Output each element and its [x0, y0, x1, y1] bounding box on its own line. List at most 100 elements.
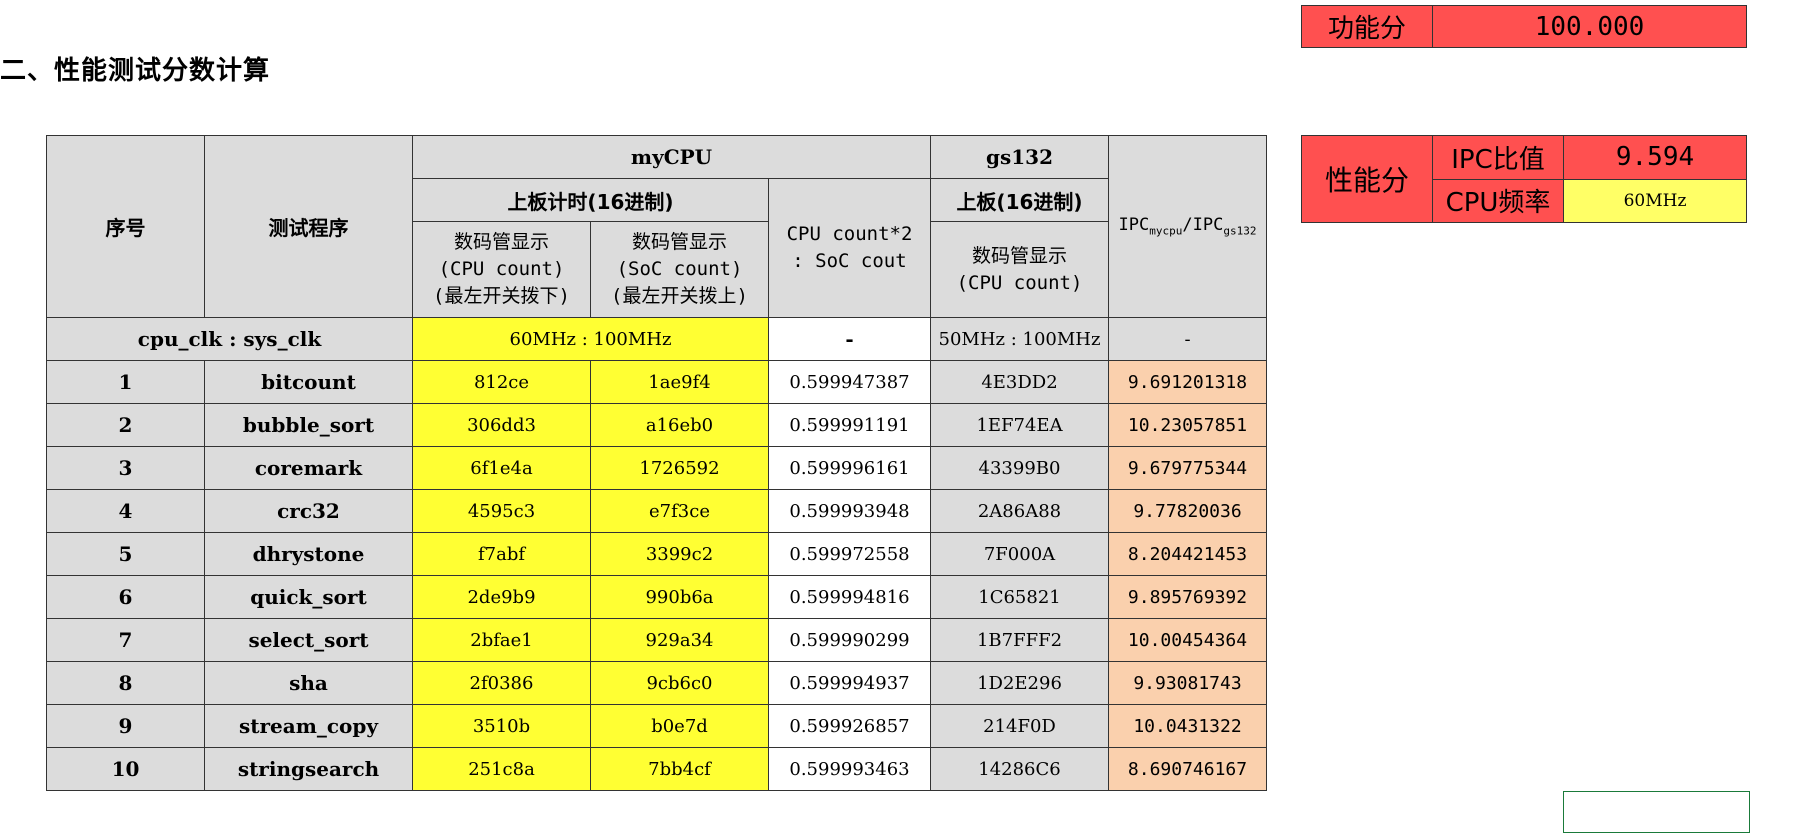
table-row: 4 crc32 4595c3 e7f3ce 0.599993948 2A86A88 9.77…	[46, 489, 1267, 533]
row-soc-count[interactable]: a16eb0	[590, 403, 769, 447]
row-ipc[interactable]: 8.690746167	[1108, 747, 1267, 791]
row-seq[interactable]: 4	[46, 489, 205, 533]
table-row: 2 bubble_sort 306dd3 a16eb0 0.599991191 1EF74…	[46, 403, 1267, 447]
row-seq[interactable]: 9	[46, 704, 205, 748]
row-ipc[interactable]: 8.204421453	[1108, 532, 1267, 576]
row-cpu-count[interactable]: 2f0386	[412, 661, 591, 705]
clock-ratio[interactable]: -	[768, 317, 931, 361]
mycpu-timer-header: 上板计时(16进制)	[412, 178, 769, 222]
row-program[interactable]: stringsearch	[204, 747, 413, 791]
row-gs-count[interactable]: 214F0D	[930, 704, 1109, 748]
cpu-freq-value[interactable]: 60MHz	[1563, 178, 1747, 223]
performance-score-label: 性能分	[1301, 135, 1433, 223]
performance-table: 序号 测试程序 myCPU gs132 IPCmycpu/IPCgs132 上板…	[46, 135, 1267, 791]
row-gs-count[interactable]: 14286C6	[930, 747, 1109, 791]
row-cpu-count[interactable]: 2bfae1	[412, 618, 591, 662]
function-score-label: 功能分	[1301, 5, 1433, 48]
col-header-gs-count: 数码管显示 (CPU count)	[930, 221, 1109, 318]
table-row: 8 sha 2f0386 9cb6c0 0.599994937 1D2E296 9.9308…	[46, 661, 1267, 705]
row-seq[interactable]: 3	[46, 446, 205, 490]
row-cpu-count[interactable]: 251c8a	[412, 747, 591, 791]
table-row: 9 stream_copy 3510b b0e7d 0.599926857 214F0D 1…	[46, 704, 1267, 748]
row-ratio[interactable]: 0.599993463	[768, 747, 931, 791]
row-ipc[interactable]: 9.93081743	[1108, 661, 1267, 705]
clock-ipc[interactable]: -	[1108, 317, 1267, 361]
ipc-ratio-value[interactable]: 9.594	[1563, 135, 1747, 180]
row-program[interactable]: sha	[204, 661, 413, 705]
row-ipc[interactable]: 9.679775344	[1108, 446, 1267, 490]
row-soc-count[interactable]: e7f3ce	[590, 489, 769, 533]
row-soc-count[interactable]: 7bb4cf	[590, 747, 769, 791]
row-cpu-count[interactable]: 306dd3	[412, 403, 591, 447]
row-soc-count[interactable]: b0e7d	[590, 704, 769, 748]
row-ipc[interactable]: 9.691201318	[1108, 360, 1267, 404]
group-header-gs132: gs132	[930, 135, 1109, 179]
row-ratio[interactable]: 0.599994816	[768, 575, 931, 619]
row-program[interactable]: dhrystone	[204, 532, 413, 576]
row-ipc[interactable]: 10.0431322	[1108, 704, 1267, 748]
row-soc-count[interactable]: 9cb6c0	[590, 661, 769, 705]
row-seq[interactable]: 7	[46, 618, 205, 662]
col-header-ratio: CPU count*2: SoC cout	[768, 178, 931, 318]
row-ratio[interactable]: 0.599990299	[768, 618, 931, 662]
row-soc-count[interactable]: 3399c2	[590, 532, 769, 576]
col-header-soc-count: 数码管显示 (SoC count) (最左开关拨上)	[590, 221, 769, 318]
row-program[interactable]: select_sort	[204, 618, 413, 662]
row-soc-count[interactable]: 1726592	[590, 446, 769, 490]
ipc-ratio-label: IPC比值	[1432, 135, 1564, 180]
row-program[interactable]: stream_copy	[204, 704, 413, 748]
row-soc-count[interactable]: 929a34	[590, 618, 769, 662]
row-gs-count[interactable]: 1C65821	[930, 575, 1109, 619]
row-program[interactable]: coremark	[204, 446, 413, 490]
row-cpu-count[interactable]: 6f1e4a	[412, 446, 591, 490]
row-cpu-count[interactable]: 3510b	[412, 704, 591, 748]
row-seq[interactable]: 1	[46, 360, 205, 404]
row-gs-count[interactable]: 1D2E296	[930, 661, 1109, 705]
row-seq[interactable]: 8	[46, 661, 205, 705]
row-program[interactable]: quick_sort	[204, 575, 413, 619]
row-ratio[interactable]: 0.599991191	[768, 403, 931, 447]
row-ratio[interactable]: 0.599972558	[768, 532, 931, 576]
row-cpu-count[interactable]: 4595c3	[412, 489, 591, 533]
row-gs-count[interactable]: 43399B0	[930, 446, 1109, 490]
row-seq[interactable]: 5	[46, 532, 205, 576]
cpu-freq-label: CPU频率	[1432, 178, 1564, 223]
row-seq[interactable]: 6	[46, 575, 205, 619]
clock-mycpu[interactable]: 60MHz : 100MHz	[412, 317, 769, 361]
table-row: 6 quick_sort 2de9b9 990b6a 0.599994816 1C6582…	[46, 575, 1267, 619]
row-gs-count[interactable]: 2A86A88	[930, 489, 1109, 533]
row-cpu-count[interactable]: f7abf	[412, 532, 591, 576]
table-row: 1 bitcount 812ce 1ae9f4 0.599947387 4E3DD2 9.6…	[46, 360, 1267, 404]
table-row: 5 dhrystone f7abf 3399c2 0.599972558 7F000A 8.…	[46, 532, 1267, 576]
row-ratio[interactable]: 0.599996161	[768, 446, 931, 490]
row-seq[interactable]: 10	[46, 747, 205, 791]
row-gs-count[interactable]: 7F000A	[930, 532, 1109, 576]
function-score-value[interactable]: 100.000	[1432, 5, 1747, 48]
col-header-ipc: IPCmycpu/IPCgs132	[1108, 135, 1267, 318]
selection-box[interactable]	[1563, 791, 1750, 833]
row-gs-count[interactable]: 1B7FFF2	[930, 618, 1109, 662]
row-program[interactable]: bitcount	[204, 360, 413, 404]
row-seq[interactable]: 2	[46, 403, 205, 447]
row-ratio[interactable]: 0.599993948	[768, 489, 931, 533]
row-ratio[interactable]: 0.599994937	[768, 661, 931, 705]
row-program[interactable]: bubble_sort	[204, 403, 413, 447]
table-row: 10 stringsearch 251c8a 7bb4cf 0.599993463 142…	[46, 747, 1267, 791]
row-ipc[interactable]: 10.23057851	[1108, 403, 1267, 447]
table-row: 3 coremark 6f1e4a 1726592 0.599996161 43399B0…	[46, 446, 1267, 490]
row-ipc[interactable]: 9.895769392	[1108, 575, 1267, 619]
function-score-box: 功能分 100.000	[1301, 5, 1747, 48]
row-program[interactable]: crc32	[204, 489, 413, 533]
row-gs-count[interactable]: 4E3DD2	[930, 360, 1109, 404]
row-ratio[interactable]: 0.599947387	[768, 360, 931, 404]
clock-gs132[interactable]: 50MHz : 100MHz	[930, 317, 1109, 361]
row-gs-count[interactable]: 1EF74EA	[930, 403, 1109, 447]
col-header-program: 测试程序	[204, 135, 413, 318]
row-ipc[interactable]: 9.77820036	[1108, 489, 1267, 533]
row-cpu-count[interactable]: 2de9b9	[412, 575, 591, 619]
row-ipc[interactable]: 10.00454364	[1108, 618, 1267, 662]
row-soc-count[interactable]: 990b6a	[590, 575, 769, 619]
row-cpu-count[interactable]: 812ce	[412, 360, 591, 404]
row-ratio[interactable]: 0.599926857	[768, 704, 931, 748]
row-soc-count[interactable]: 1ae9f4	[590, 360, 769, 404]
